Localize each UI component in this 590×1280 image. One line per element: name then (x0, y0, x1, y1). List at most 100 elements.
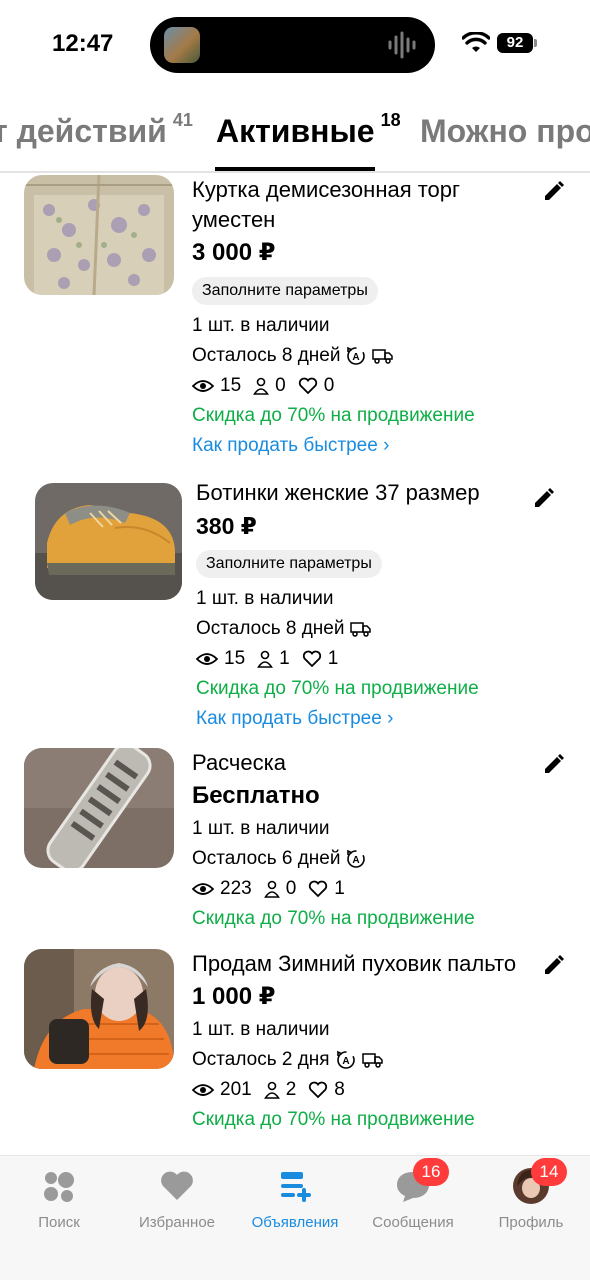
now-playing-thumbnail (164, 27, 200, 63)
wifi-icon (462, 32, 490, 52)
promo-discount-link[interactable]: Скидка до 70% на продвижение (192, 904, 522, 934)
stock-label: 1 шт. в наличии (192, 315, 330, 336)
listings-list[interactable]: Куртка демисезонная торг уместен 3 000 ₽… (0, 175, 590, 1155)
tab-count: 18 (380, 110, 401, 130)
active-tab-indicator (215, 167, 375, 171)
remaining-row: Осталось 8 дней A (192, 341, 522, 371)
person-icon (253, 377, 270, 395)
remaining-row: Осталось 8 дней (196, 614, 526, 644)
listing-photo[interactable] (24, 175, 174, 295)
promo-discount-link[interactable]: Скидка до 70% на продвижение (192, 1105, 522, 1135)
nav-search[interactable]: Поиск (0, 1166, 118, 1231)
heart-outline-icon (302, 650, 321, 668)
svg-text:A: A (342, 1056, 349, 1067)
heart-icon (161, 1171, 193, 1200)
audio-wave-icon (388, 31, 416, 59)
contacts-count: 0 (285, 878, 297, 899)
contacts-count: 2 (285, 1079, 297, 1100)
heart-outline-icon (309, 880, 328, 898)
bottom-navigation: Поиск Избранное Объявления 16 Сообщения (0, 1155, 590, 1280)
messages-badge: 16 (413, 1158, 449, 1186)
listing-photo[interactable] (24, 949, 174, 1069)
svg-text:A: A (353, 855, 360, 866)
contacts-count: 1 (279, 648, 290, 669)
stock-text: 1 шт. в наличии (192, 1015, 522, 1045)
remaining-row: Осталось 6 дней A (192, 844, 522, 874)
listing-title[interactable]: Ботинки женские 37 размер (196, 478, 526, 508)
person-icon (257, 650, 274, 668)
listing-info: Ботинки женские 37 размер 380 ₽ Заполнит… (196, 478, 526, 734)
nav-favorites[interactable]: Избранное (118, 1166, 236, 1231)
listing-info: Куртка демисезонная торг уместен 3 000 ₽… (192, 175, 522, 461)
how-to-sell-faster-link[interactable]: Как продать быстрее › (192, 431, 522, 461)
edit-pencil-icon[interactable] (542, 953, 566, 977)
tab-label: Активные (216, 113, 375, 149)
listing-photo[interactable] (24, 748, 174, 868)
status-time: 12:47 (52, 30, 114, 57)
likes-count: 1 (334, 878, 345, 899)
tab-awaiting-action[interactable]: т действий 41 (0, 110, 193, 150)
nav-profile[interactable]: 14 Профиль (472, 1158, 590, 1231)
listing-price: 3 000 ₽ (192, 239, 276, 266)
listing-photo[interactable] (35, 483, 182, 600)
delivery-truck-icon (361, 1053, 383, 1068)
person-icon (263, 880, 280, 898)
edit-pencil-icon[interactable] (542, 752, 566, 776)
tab-can-sell[interactable]: Можно про (420, 113, 590, 150)
likes-count: 0 (323, 375, 335, 396)
eye-icon (196, 653, 218, 665)
auto-renew-icon: A (347, 346, 366, 365)
likes-count: 8 (334, 1079, 345, 1100)
stats-row: 15 1 1 (196, 644, 526, 674)
edit-pencil-icon[interactable] (532, 486, 556, 510)
battery-tip (534, 39, 537, 47)
eye-icon (192, 1084, 214, 1096)
chevron-right-icon: › (387, 708, 394, 729)
contacts-count: 0 (275, 375, 286, 396)
how-to-sell-label: Как продать быстрее (192, 435, 378, 456)
remaining-label: Осталось 6 дней (192, 848, 341, 869)
listing-price: Бесплатно (192, 782, 320, 809)
fill-params-chip[interactable]: Заполните параметры (192, 277, 378, 305)
listing-info: Продам Зимний пуховик пальто 1 000 ₽ 1 ш… (192, 949, 522, 1135)
listings-add-icon (281, 1172, 311, 1202)
promo-discount-link[interactable]: Скидка до 70% на продвижение (196, 674, 526, 704)
tab-active[interactable]: Активные 18 (216, 110, 401, 150)
likes-count: 1 (327, 648, 339, 669)
heart-outline-icon (309, 1081, 328, 1099)
listing-info: Расческа Бесплатно 1 шт. в наличии Остал… (192, 748, 522, 934)
how-to-sell-faster-link[interactable]: Как продать быстрее › (196, 704, 526, 734)
heart-outline-icon (298, 377, 317, 395)
chevron-right-icon: › (383, 435, 390, 456)
listing-price: 380 ₽ (196, 513, 257, 539)
svg-text:A: A (353, 352, 360, 363)
stock-text: 1 шт. в наличии (192, 311, 522, 341)
eye-icon (192, 883, 214, 895)
views-count: 201 (220, 1079, 252, 1100)
nav-label: Поиск (38, 1214, 80, 1231)
nav-listings[interactable]: Объявления (236, 1166, 354, 1231)
battery-indicator: 92 (497, 33, 533, 53)
nav-label: Избранное (138, 1214, 216, 1231)
remaining-label: Осталось 8 дней (196, 618, 345, 639)
listing-title[interactable]: Куртка демисезонная торг уместен (192, 175, 522, 235)
how-to-sell-label: Как продать быстрее (196, 708, 382, 729)
remaining-label: Осталось 2 дня (192, 1049, 330, 1070)
views-count: 15 (224, 648, 246, 669)
status-bar: 12:47 92 (0, 0, 590, 90)
nav-messages[interactable]: 16 Сообщения (354, 1158, 472, 1231)
stock-label: 1 шт. в наличии (192, 818, 330, 839)
promo-discount-link[interactable]: Скидка до 70% на продвижение (192, 401, 522, 431)
dynamic-island[interactable] (150, 17, 435, 73)
stock-label: 1 шт. в наличии (192, 1019, 330, 1040)
stock-text: 1 шт. в наличии (196, 584, 526, 614)
listing-title[interactable]: Расческа (192, 748, 522, 778)
nav-label: Профиль (498, 1214, 564, 1231)
nav-label: Сообщения (372, 1214, 454, 1231)
tab-label: т действий (0, 113, 167, 149)
views-count: 15 (220, 375, 242, 396)
listing-title[interactable]: Продам Зимний пуховик пальто (192, 949, 522, 979)
fill-params-chip[interactable]: Заполните параметры (196, 550, 382, 578)
edit-pencil-icon[interactable] (542, 179, 566, 203)
auto-renew-icon: A (347, 849, 366, 868)
